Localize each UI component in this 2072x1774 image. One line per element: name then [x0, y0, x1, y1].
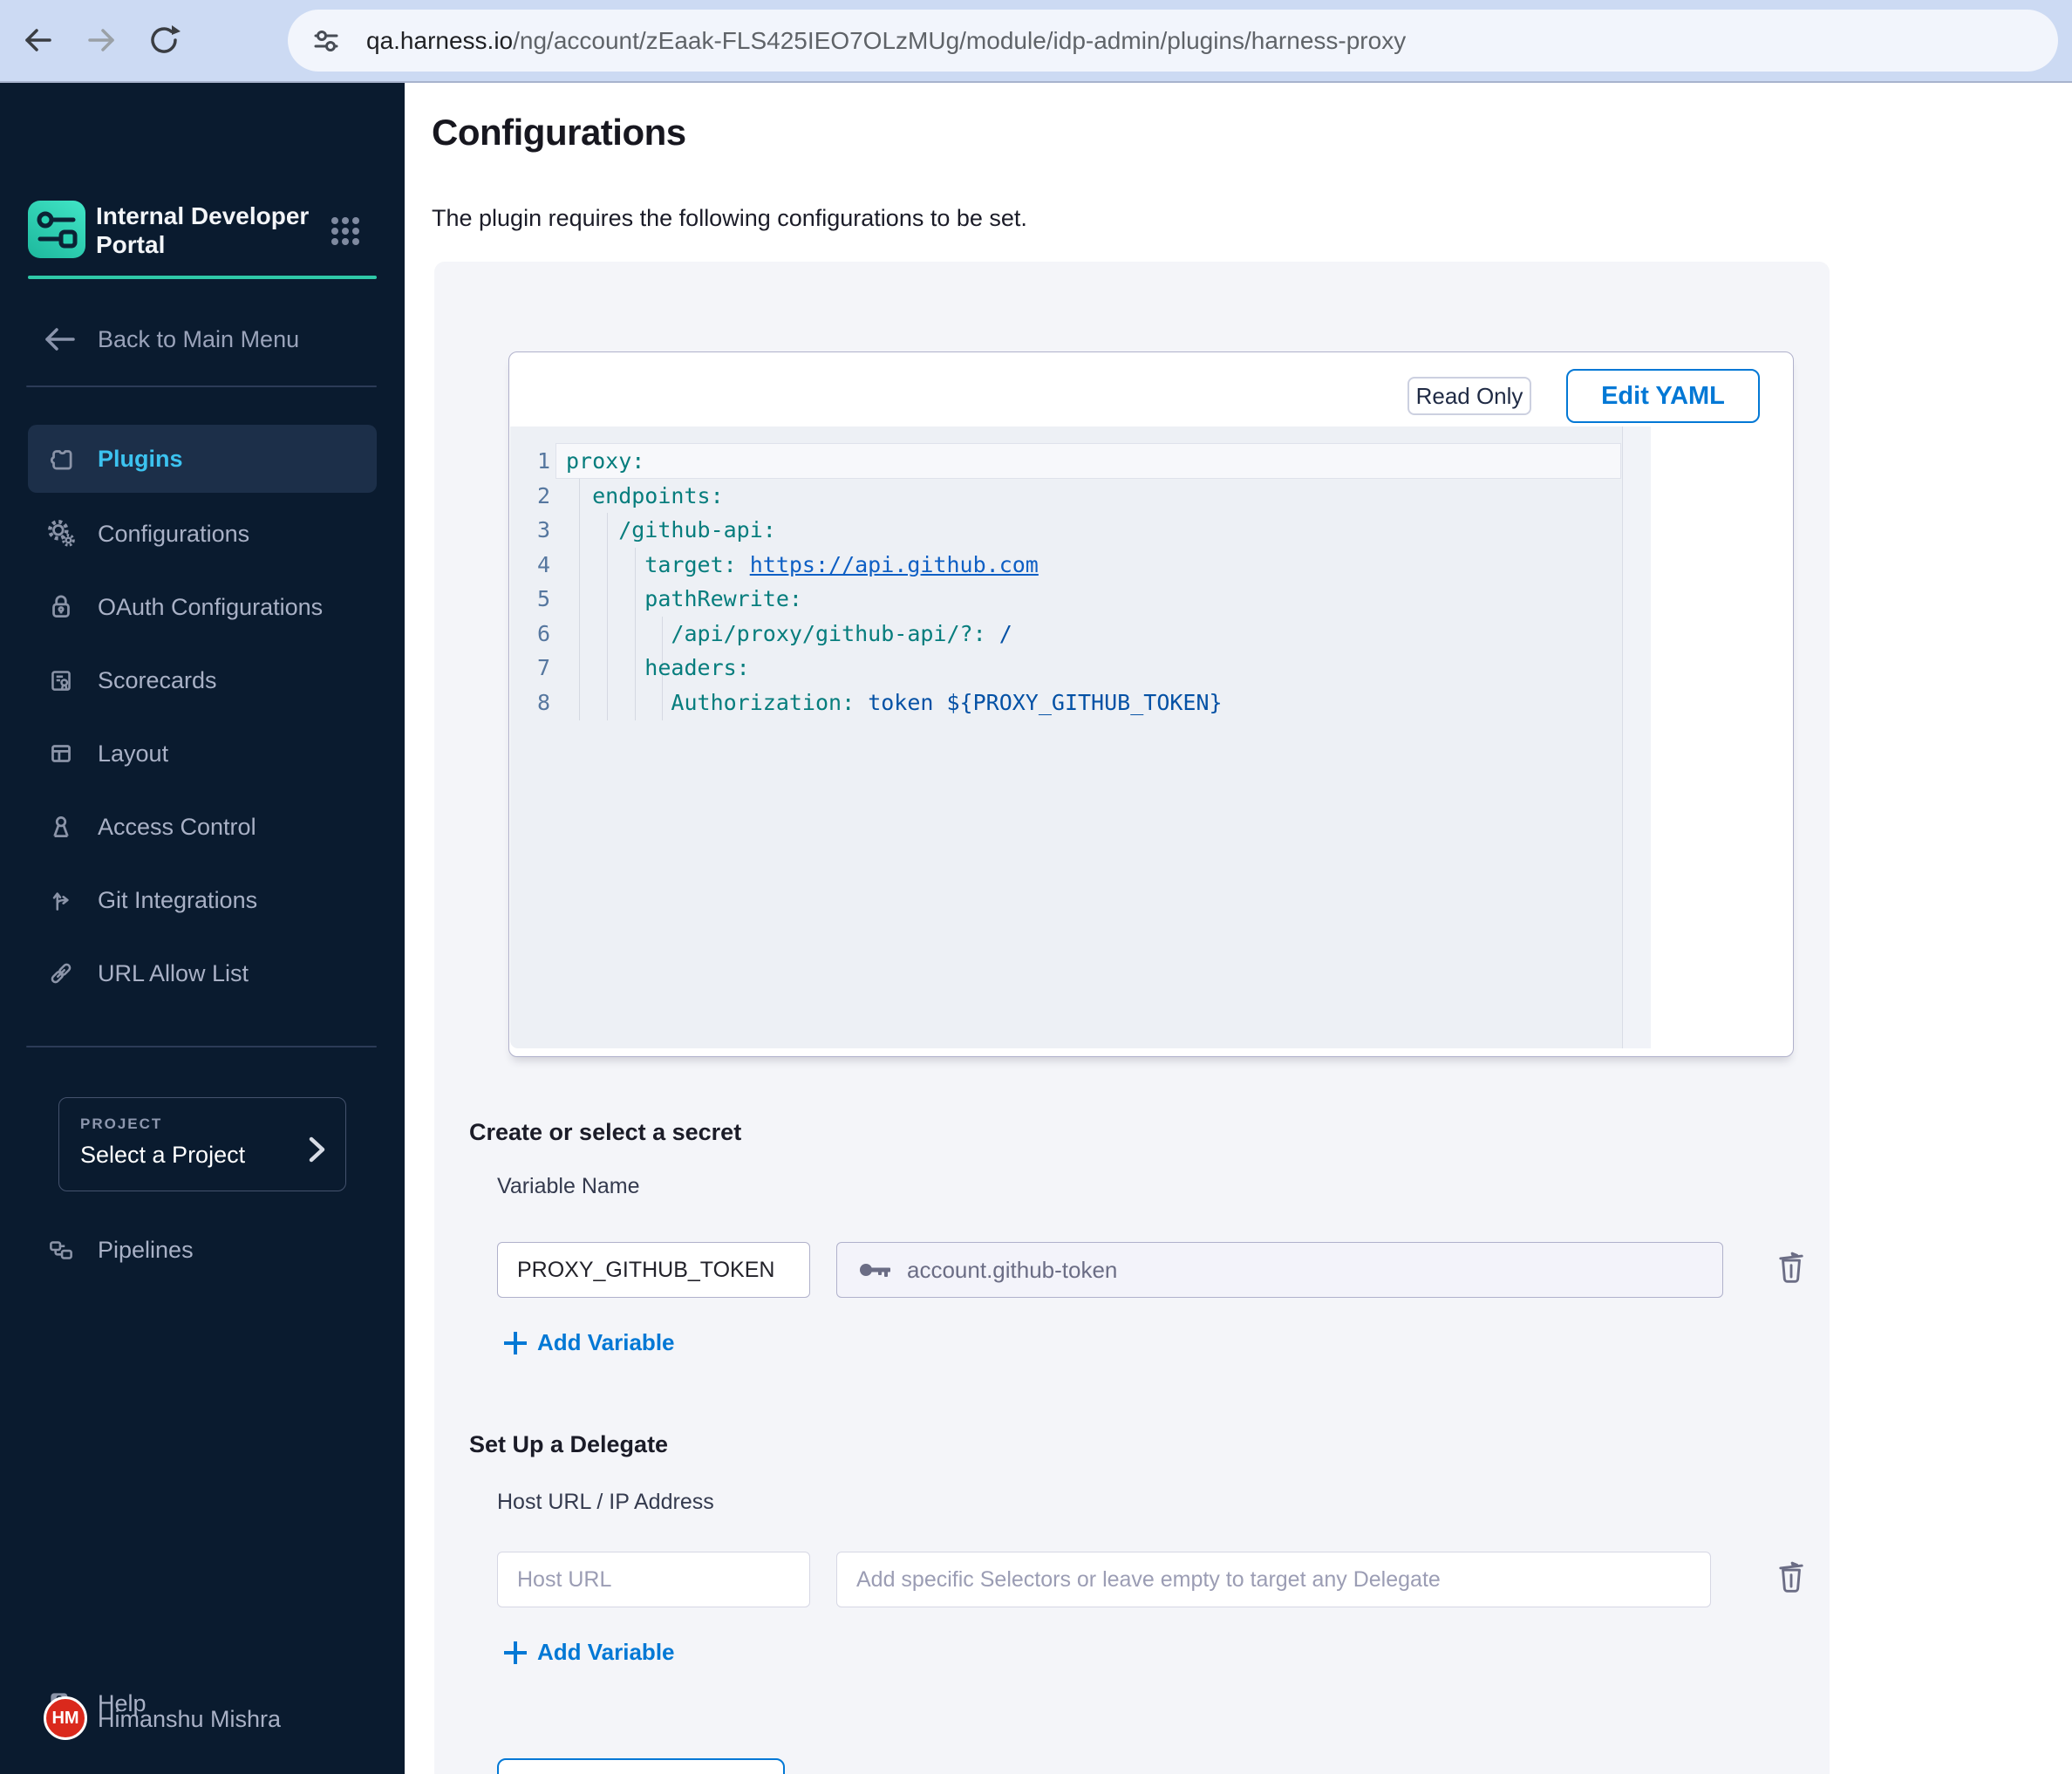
person-icon [45, 811, 77, 843]
sidebar-item-plugins[interactable]: Plugins [28, 425, 377, 493]
code-line: 4 target: https://api.github.com [536, 551, 1039, 577]
page-description: The plugin requires the following config… [432, 205, 1027, 231]
browser-address-bar[interactable]: qa.harness.io/ng/account/zEaak-FLS425IEO… [288, 10, 2058, 72]
delete-delegate-row-icon[interactable] [1774, 1557, 1809, 1599]
code-line: 2 endpoints: [536, 482, 724, 508]
code-line: 3 /github-api: [536, 517, 776, 542]
layout-icon [45, 738, 77, 769]
module-grid-icon[interactable] [328, 214, 363, 249]
arrow-left-icon [44, 326, 77, 352]
code-line: 7 headers: [536, 655, 750, 680]
pipelines-icon [45, 1234, 77, 1266]
url-text: qa.harness.io/ng/account/zEaak-FLS425IEO… [366, 26, 1407, 54]
sidebar-item-label: URL Allow List [98, 959, 249, 986]
plus-icon [504, 1641, 527, 1664]
user-initials: HM [51, 1708, 79, 1728]
chevron-right-icon [303, 1132, 330, 1167]
project-selector-value: Select a Project [80, 1142, 246, 1168]
code-line: 6 /api/proxy/github-api/?: / [536, 620, 1012, 646]
browser-back-button[interactable] [19, 21, 58, 59]
sidebar-item-label: OAuth Configurations [98, 593, 324, 620]
sidebar-item-oauth-configurations[interactable]: OAuth Configurations [28, 583, 377, 631]
code-link[interactable]: https://api.github.com [750, 552, 1039, 577]
sidebar-item-pipelines[interactable]: Pipelines [28, 1225, 377, 1274]
add-variable-button[interactable]: Add Variable [504, 1329, 675, 1356]
editor-scrollbar-gutter[interactable] [1622, 426, 1651, 1048]
user-avatar[interactable]: HM [44, 1696, 87, 1740]
add-delegate-variable-button[interactable]: Add Variable [504, 1639, 675, 1666]
browser-forward-button[interactable] [82, 21, 120, 59]
sidebar-item-scorecards[interactable]: Scorecards [28, 656, 377, 705]
yaml-config-card: app-config.yaml Service Read Only Edit Y… [508, 351, 1794, 1057]
sidebar-item-label: Configurations [98, 520, 250, 547]
sidebar-item-url-allow-list[interactable]: URL Allow List [28, 949, 377, 998]
save-configurations-button[interactable] [497, 1758, 785, 1774]
read-only-button[interactable]: Read Only [1407, 377, 1531, 415]
site-settings-icon[interactable] [310, 25, 342, 57]
project-selector-label: PROJECT [80, 1116, 163, 1132]
product-title: Internal Developer Portal [96, 202, 310, 258]
app-window: qa.harness.io/ng/account/zEaak-FLS425IEO… [0, 0, 2072, 1774]
secret-select-field[interactable]: account.github-token [836, 1242, 1723, 1298]
code-line: 8 Authorization: token ${PROXY_GITHUB_TO… [536, 689, 1223, 715]
secret-section-title: Create or select a secret [469, 1119, 742, 1145]
puzzle-icon [45, 443, 77, 474]
sidebar-item-label: Layout [98, 740, 169, 767]
sidebar-item-label: Scorecards [98, 666, 217, 693]
lock-icon [45, 591, 77, 623]
host-url-input[interactable] [497, 1552, 810, 1607]
key-icon [858, 1257, 893, 1283]
sidebar-divider [26, 386, 377, 387]
sidebar-item-label: Access Control [98, 813, 256, 840]
delete-variable-icon[interactable] [1774, 1247, 1809, 1289]
yaml-editor[interactable]: 1 proxy: 2 endpoints: 3 /github-api: 4 ta… [510, 426, 1651, 1048]
delegate-selectors-input[interactable] [836, 1552, 1711, 1607]
sidebar-item-label: Pipelines [98, 1236, 194, 1263]
plus-icon [504, 1331, 527, 1354]
secret-value: account.github-token [907, 1256, 1118, 1283]
page-title: Configurations [432, 112, 686, 153]
back-to-main-menu-label: Back to Main Menu [98, 325, 300, 352]
code-line: 1 proxy: [536, 448, 645, 474]
variable-name-label: Variable Name [497, 1174, 640, 1198]
sidebar-item-configurations[interactable]: Configurations [28, 509, 377, 558]
sidebar-item-access-control[interactable]: Access Control [28, 802, 377, 851]
host-url-label: Host URL / IP Address [497, 1490, 714, 1514]
link-icon [45, 958, 77, 989]
sidebar-item-layout[interactable]: Layout [28, 729, 377, 778]
delegate-section-title: Set Up a Delegate [469, 1431, 669, 1457]
code-line: 5 pathRewrite: [536, 586, 802, 611]
accent-divider [28, 276, 377, 279]
sidebar-item-label: Git Integrations [98, 886, 258, 913]
git-branch-icon [45, 884, 77, 916]
harness-idp-logo [28, 201, 85, 258]
user-name[interactable]: Himanshu Mishra [98, 1706, 281, 1733]
browser-toolbar: qa.harness.io/ng/account/zEaak-FLS425IEO… [0, 0, 2072, 83]
edit-yaml-button[interactable]: Edit YAML [1566, 369, 1760, 423]
sidebar-item-label: Plugins [98, 445, 183, 472]
browser-reload-button[interactable] [145, 21, 183, 59]
sidebar-divider [26, 1046, 377, 1047]
back-to-main-menu[interactable]: Back to Main Menu [28, 320, 377, 358]
code-lines: 1 proxy: 2 endpoints: 3 /github-api: 4 ta… [510, 444, 1651, 720]
scorecard-icon [45, 665, 77, 696]
variable-name-input[interactable] [497, 1242, 810, 1298]
gears-icon [45, 518, 77, 549]
sidebar: Internal Developer Portal Back to Main M… [0, 83, 405, 1774]
sidebar-item-git-integrations[interactable]: Git Integrations [28, 876, 377, 925]
